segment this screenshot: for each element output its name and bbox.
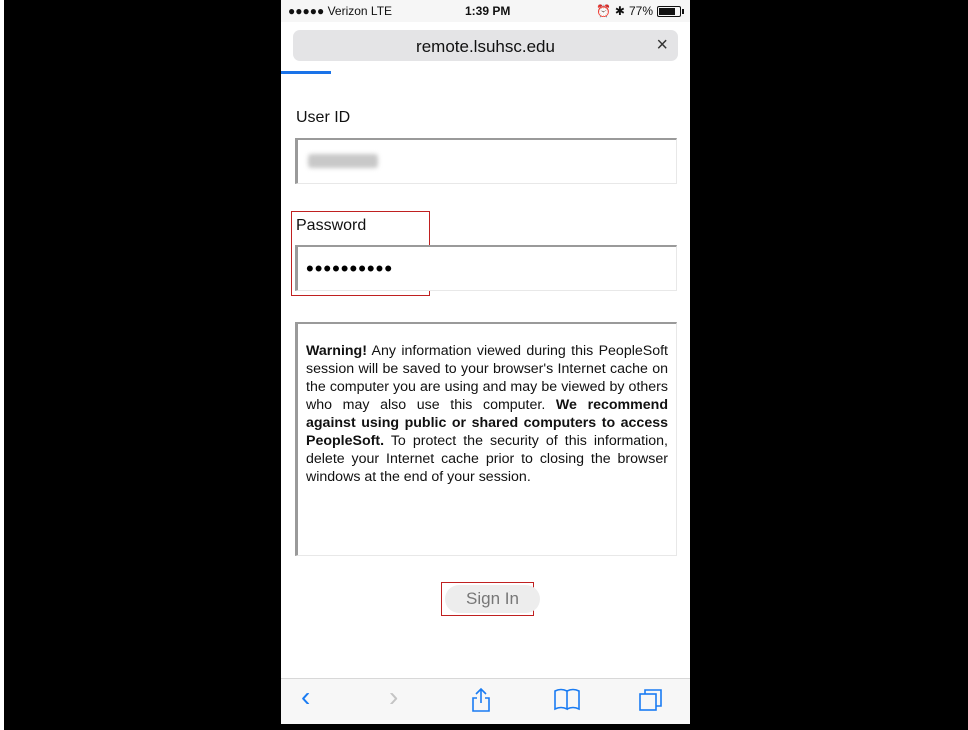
alarm-icon: ⏰ [595, 4, 611, 18]
user-id-field[interactable] [295, 138, 677, 184]
share-icon[interactable] [470, 687, 492, 719]
blurred-user-id [308, 154, 378, 168]
sign-in-button[interactable]: Sign In [445, 585, 540, 613]
address-bar[interactable]: remote.lsuhsc.edu × [293, 30, 678, 61]
status-right: ⏰ ✱ 77% [595, 4, 684, 18]
tabs-icon[interactable] [638, 687, 664, 719]
phone-screen: ●●●●● Verizon LTE 1:39 PM ⏰ ✱ 77% remote… [281, 0, 690, 724]
status-time: 1:39 PM [465, 4, 511, 18]
sign-in-highlight-box: Sign In [441, 582, 540, 616]
page-tab-strip [281, 64, 690, 76]
url-text: remote.lsuhsc.edu [416, 37, 555, 56]
password-mask: •••••••••• [306, 256, 394, 281]
bluetooth-icon: ✱ [614, 4, 625, 18]
user-id-label: User ID [296, 109, 351, 126]
forward-icon[interactable]: › [389, 681, 398, 713]
warning-text: Warning! Any information viewed during t… [306, 342, 668, 486]
battery-icon [657, 5, 684, 17]
status-bar: ●●●●● Verizon LTE 1:39 PM ⏰ ✱ 77% [281, 0, 690, 22]
back-icon[interactable]: ‹ [301, 681, 310, 713]
warning-lead: Warning! [306, 343, 367, 359]
password-field[interactable]: •••••••••• [295, 245, 677, 291]
active-tab-indicator [281, 71, 331, 74]
carrier-signal: ●●●●● Verizon LTE [288, 4, 393, 18]
browser-toolbar: ‹ › [281, 678, 690, 724]
password-label: Password [296, 217, 367, 234]
battery-percent: 77% [628, 4, 653, 18]
close-icon[interactable]: × [656, 34, 668, 57]
warning-box: Warning! Any information viewed during t… [295, 322, 677, 556]
bookmarks-icon[interactable] [553, 687, 581, 717]
